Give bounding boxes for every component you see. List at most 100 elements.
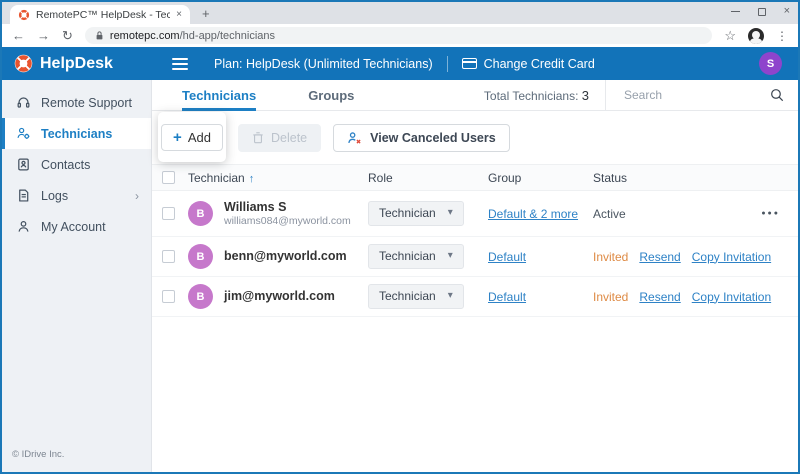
search-icon[interactable] (770, 88, 784, 102)
total-technicians-count: 3 (582, 88, 589, 103)
chevron-right-icon: › (135, 189, 139, 203)
add-button[interactable]: + Add (161, 124, 223, 151)
delete-button[interactable]: Delete (238, 124, 321, 152)
tab-bar-right: Total Technicians: 3 (484, 80, 798, 110)
browser-profile-avatar[interactable] (748, 28, 764, 44)
contact-card-icon (16, 157, 31, 172)
lifebuoy-logo-icon (14, 54, 33, 73)
main-content: Technicians Groups Total Technicians: 3 (152, 80, 798, 472)
status-badge: Active (593, 207, 626, 221)
technician-name: benn@myworld.com (224, 249, 347, 265)
copy-invitation-link[interactable]: Copy Invitation (692, 290, 771, 304)
tab-title: RemotePC™ HelpDesk - Technicia (36, 9, 170, 21)
app-header: HelpDesk Plan: HelpDesk (Unlimited Techn… (2, 47, 798, 80)
column-header-status: Status (593, 171, 734, 185)
plus-icon: + (173, 130, 182, 145)
hamburger-menu-icon[interactable] (172, 58, 188, 70)
technicians-table: Technician↑ Role Group Status B Williams… (152, 164, 798, 317)
resend-link[interactable]: Resend (639, 290, 680, 304)
column-header-technician[interactable]: Technician↑ (188, 171, 368, 185)
chevron-down-icon: ▾ (448, 251, 453, 261)
tab-technicians[interactable]: Technicians (182, 80, 256, 110)
browser-address-bar: ← → ↻ remotepc.com/hd-app/technicians ☆ … (2, 24, 798, 47)
row-checkbox[interactable] (162, 250, 175, 263)
group-link[interactable]: Default (488, 290, 526, 304)
sidebar-item-label: Technicians (41, 127, 112, 141)
role-dropdown[interactable]: Technician ▾ (368, 201, 464, 226)
app-body: Remote Support Technicians (2, 80, 798, 472)
browser-menu-icon[interactable]: ⋮ (776, 30, 788, 42)
helpdesk-logo[interactable]: HelpDesk (2, 54, 152, 73)
logo-text: HelpDesk (40, 55, 113, 73)
search-box (606, 87, 798, 103)
resend-link[interactable]: Resend (639, 250, 680, 264)
technician-person-gear-icon (16, 126, 31, 141)
role-dropdown[interactable]: Technician ▾ (368, 244, 464, 269)
group-link[interactable]: Default & 2 more (488, 207, 578, 221)
new-tab-button[interactable]: + (202, 7, 210, 20)
change-credit-card-button[interactable]: Change Credit Card (462, 57, 595, 71)
url-omnibox[interactable]: remotepc.com/hd-app/technicians (85, 27, 712, 44)
canceled-user-icon (347, 131, 362, 145)
row-checkbox[interactable] (162, 290, 175, 303)
person-icon (16, 219, 31, 234)
sidebar-item-contacts[interactable]: Contacts (2, 149, 151, 180)
browser-tab[interactable]: RemotePC™ HelpDesk - Technicia × (10, 5, 190, 24)
status-badge: Invited (593, 250, 628, 264)
trash-icon (252, 131, 264, 144)
copy-invitation-link[interactable]: Copy Invitation (692, 250, 771, 264)
avatar: B (188, 201, 213, 226)
header-divider (447, 56, 448, 72)
plan-text: Plan: HelpDesk (Unlimited Technicians) (214, 57, 433, 71)
row-actions-menu-icon[interactable]: ●●● (771, 253, 800, 260)
column-header-group: Group (488, 171, 593, 185)
view-canceled-users-button[interactable]: View Canceled Users (333, 124, 510, 152)
window-minimize-button[interactable] (731, 11, 740, 13)
window-maximize-button[interactable] (758, 8, 766, 16)
browser-window: RemotePC™ HelpDesk - Technicia × + × ← →… (0, 0, 800, 474)
sidebar-item-my-account[interactable]: My Account (2, 211, 151, 242)
table-header-row: Technician↑ Role Group Status (152, 164, 798, 191)
sidebar-item-logs[interactable]: Logs › (2, 180, 151, 211)
status-badge: Invited (593, 290, 628, 304)
technician-name: jim@myworld.com (224, 289, 335, 305)
add-button-spotlight: + Add (158, 112, 226, 162)
table-row: B jim@myworld.com Technician ▾ Default I… (152, 277, 798, 317)
technician-email: williams084@myworld.com (224, 215, 351, 227)
technician-cell: B jim@myworld.com (188, 284, 368, 309)
window-close-button[interactable]: × (784, 6, 790, 17)
bookmark-star-icon[interactable]: ☆ (724, 29, 736, 42)
row-actions-menu-icon[interactable]: ●●● (771, 293, 800, 300)
search-input[interactable] (622, 87, 762, 103)
tab-groups[interactable]: Groups (308, 80, 354, 110)
back-icon[interactable]: ← (12, 29, 25, 42)
refresh-icon[interactable]: ↻ (62, 29, 73, 42)
technician-cell: B Williams S williams084@myworld.com (188, 200, 368, 228)
sidebar-item-label: Remote Support (41, 96, 132, 110)
sidebar-item-label: Contacts (41, 158, 90, 172)
column-header-role: Role (368, 171, 488, 185)
sidebar-item-label: My Account (41, 220, 106, 234)
tab-close-icon[interactable]: × (176, 10, 182, 20)
sidebar-item-technicians[interactable]: Technicians (2, 118, 151, 149)
copyright-text: © IDrive Inc. (2, 439, 151, 472)
address-bar-right: ☆ ⋮ (724, 28, 788, 44)
sidebar-item-remote-support[interactable]: Remote Support (2, 87, 151, 118)
browser-tab-strip: RemotePC™ HelpDesk - Technicia × + × (2, 2, 798, 24)
table-row: B benn@myworld.com Technician ▾ Default … (152, 237, 798, 277)
lock-icon (95, 30, 104, 41)
row-checkbox[interactable] (162, 207, 175, 220)
total-technicians: Total Technicians: 3 (484, 88, 605, 103)
sidebar-item-label: Logs (41, 189, 68, 203)
row-actions-menu-icon[interactable]: ●●● (734, 210, 780, 217)
forward-icon[interactable]: → (37, 29, 50, 42)
select-all-checkbox[interactable] (162, 171, 175, 184)
url-text: remotepc.com/hd-app/technicians (110, 30, 275, 42)
chevron-down-icon: ▾ (448, 208, 453, 218)
headset-icon (16, 95, 31, 110)
role-dropdown[interactable]: Technician ▾ (368, 284, 464, 309)
page-tab-bar: Technicians Groups Total Technicians: 3 (152, 80, 798, 111)
user-avatar[interactable]: S (759, 52, 782, 75)
toolbar: + Add Delete (152, 111, 798, 164)
group-link[interactable]: Default (488, 250, 526, 264)
